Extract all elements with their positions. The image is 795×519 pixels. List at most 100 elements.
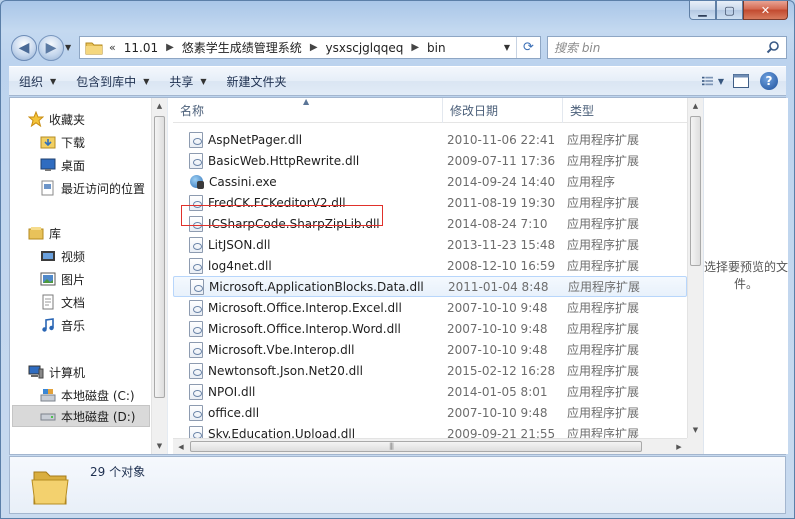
table-row[interactable]: Sky.Education.Upload.dll 2009-09-21 21:55…: [173, 423, 687, 439]
file-name-cell[interactable]: ICSharpCode.SharpZipLib.dll: [189, 215, 443, 232]
preview-pane: 选择要预览的文件。: [703, 98, 788, 454]
file-name-cell[interactable]: Microsoft.Vbe.Interop.dll: [189, 341, 443, 358]
table-row[interactable]: Microsoft.Vbe.Interop.dll 2007-10-10 9:48…: [173, 339, 687, 360]
scroll-right-icon[interactable]: ▶: [671, 439, 687, 454]
search-placeholder: 搜索 bin: [554, 41, 601, 55]
sidebar-group-favorites[interactable]: 收藏夹: [28, 108, 85, 130]
column-header-date[interactable]: 修改日期: [443, 98, 563, 123]
dll-file-icon: [189, 215, 203, 232]
file-name-cell[interactable]: BasicWeb.HttpRewrite.dll: [189, 152, 443, 169]
file-name-cell[interactable]: NPOI.dll: [189, 383, 443, 400]
scroll-down-icon[interactable]: ▼: [688, 422, 703, 438]
search-input[interactable]: 搜索 bin: [547, 36, 787, 59]
file-name-cell[interactable]: Microsoft.ApplicationBlocks.Data.dll: [190, 278, 444, 295]
table-row[interactable]: Microsoft.ApplicationBlocks.Data.dll 2011…: [173, 276, 687, 297]
forward-arrow-icon: ▶: [45, 40, 57, 56]
table-row[interactable]: LitJSON.dll 2013-11-23 15:48 应用程序扩展: [173, 234, 687, 255]
chevron-right-icon[interactable]: ▶: [411, 42, 419, 53]
table-row[interactable]: FredCK.FCKeditorV2.dll 2011-08-19 19:30 应用…: [173, 192, 687, 213]
sidebar-item-drive-c[interactable]: 本地磁盘 (C:): [40, 384, 135, 406]
table-row[interactable]: Cassini.exe 2014-09-24 14:40 应用程序: [173, 171, 687, 192]
organize-label: 组织: [19, 74, 44, 89]
file-name-cell[interactable]: Microsoft.Office.Interop.Excel.dll: [189, 299, 443, 316]
file-name-cell[interactable]: log4net.dll: [189, 257, 443, 274]
file-name: BasicWeb.HttpRewrite.dll: [208, 153, 360, 168]
refresh-button[interactable]: ⟳: [516, 37, 540, 58]
file-name-cell[interactable]: office.dll: [189, 404, 443, 421]
include-in-library-button[interactable]: 包含到库中 ▼: [66, 70, 159, 92]
table-row[interactable]: Newtonsoft.Json.Net20.dll 2015-02-12 16:2…: [173, 360, 687, 381]
sidebar-group-libraries[interactable]: 库: [28, 222, 61, 244]
breadcrumb-project[interactable]: ysxscjglqqeq: [326, 41, 404, 55]
organize-menu-button[interactable]: 组织 ▼: [9, 70, 66, 92]
scrollbar-thumb[interactable]: [690, 116, 701, 266]
sidebar-item-desktop[interactable]: 桌面: [40, 154, 85, 176]
file-list-horizontal-scrollbar[interactable]: ◀ ||| ▶: [173, 438, 687, 454]
file-date: 2014-09-24 14:40: [447, 174, 556, 189]
sidebar-item-music[interactable]: 音乐: [40, 314, 85, 336]
scrollbar-thumb[interactable]: [190, 441, 642, 452]
address-overflow-icon[interactable]: «: [109, 41, 116, 54]
file-type: 应用程序: [567, 175, 616, 189]
table-row[interactable]: office.dll 2007-10-10 9:48 应用程序扩展: [173, 402, 687, 423]
file-name-cell[interactable]: Microsoft.Office.Interop.Word.dll: [189, 320, 443, 337]
file-type: 应用程序扩展: [567, 259, 640, 273]
breadcrumb-bin[interactable]: bin: [427, 41, 446, 55]
sidebar-item-downloads[interactable]: 下载: [40, 131, 85, 153]
navigation-pane-scrollbar[interactable]: ▲ ▼: [151, 98, 167, 454]
scroll-up-icon[interactable]: ▲: [688, 98, 703, 114]
table-row[interactable]: Microsoft.Office.Interop.Excel.dll 2007-1…: [173, 297, 687, 318]
close-button[interactable]: ✕: [743, 1, 788, 20]
file-name-cell[interactable]: AspNetPager.dll: [189, 131, 443, 148]
table-row[interactable]: ICSharpCode.SharpZipLib.dll 2014-08-24 7:…: [173, 213, 687, 234]
table-row[interactable]: AspNetPager.dll 2010-11-06 22:41 应用程序扩展: [173, 129, 687, 150]
scroll-left-icon[interactable]: ◀: [173, 439, 189, 454]
file-name-cell[interactable]: LitJSON.dll: [189, 236, 443, 253]
sidebar-group-label: 收藏夹: [49, 112, 86, 127]
sidebar-item-drive-d[interactable]: 本地磁盘 (D:): [12, 405, 150, 427]
forward-button[interactable]: ▶: [38, 35, 64, 61]
address-bar[interactable]: « 11.01 ▶ 悠素学生成绩管理系统 ▶ ysxscjglqqeq ▶ bi…: [79, 36, 541, 59]
recent-pages-dropdown[interactable]: ▼: [65, 43, 71, 52]
scrollbar-thumb[interactable]: [154, 116, 165, 398]
column-header-type[interactable]: 类型: [563, 98, 687, 123]
sidebar-item-pictures[interactable]: 图片: [40, 268, 85, 290]
sidebar-group-label: 计算机: [49, 365, 86, 380]
file-name-cell[interactable]: Cassini.exe: [189, 174, 443, 190]
sidebar-item-documents[interactable]: 文档: [40, 291, 85, 313]
preview-pane-toggle[interactable]: [730, 71, 752, 91]
table-row[interactable]: BasicWeb.HttpRewrite.dll 2009-07-11 17:36…: [173, 150, 687, 171]
new-folder-button[interactable]: 新建文件夹: [217, 70, 297, 92]
file-type: 应用程序扩展: [567, 238, 640, 252]
file-list-vertical-scrollbar[interactable]: ▲ ▼: [687, 98, 703, 438]
search-icon[interactable]: [766, 40, 780, 54]
scroll-up-icon[interactable]: ▲: [152, 98, 167, 114]
sidebar-group-computer[interactable]: 计算机: [28, 361, 85, 383]
file-type: 应用程序扩展: [567, 217, 640, 231]
help-button[interactable]: ?: [758, 71, 780, 91]
view-options-button[interactable]: ▼: [702, 71, 724, 91]
chevron-right-icon[interactable]: ▶: [166, 42, 174, 53]
table-row[interactable]: NPOI.dll 2014-01-05 8:01 应用程序扩展: [173, 381, 687, 402]
column-header-name[interactable]: ▲ 名称: [173, 97, 443, 123]
sidebar-item-recent-places[interactable]: 最近访问的位置: [40, 177, 145, 199]
sidebar-item-label: 下载: [61, 135, 86, 150]
minimize-button[interactable]: ▁: [689, 1, 716, 20]
table-row[interactable]: Microsoft.Office.Interop.Word.dll 2007-10…: [173, 318, 687, 339]
file-type: 应用程序扩展: [567, 301, 640, 315]
file-name-cell[interactable]: Sky.Education.Upload.dll: [189, 425, 443, 439]
scroll-down-icon[interactable]: ▼: [152, 438, 167, 454]
file-name-cell[interactable]: FredCK.FCKeditorV2.dll: [189, 194, 443, 211]
sidebar-item-videos[interactable]: 视频: [40, 245, 85, 267]
chevron-right-icon[interactable]: ▶: [310, 42, 318, 53]
maximize-button[interactable]: ▢: [716, 1, 743, 20]
table-row[interactable]: log4net.dll 2008-12-10 16:59 应用程序扩展: [173, 255, 687, 276]
file-type: 应用程序扩展: [567, 427, 640, 439]
address-history-dropdown[interactable]: ▼: [500, 37, 514, 58]
breadcrumb-11-01[interactable]: 11.01: [124, 41, 158, 55]
file-name-cell[interactable]: Newtonsoft.Json.Net20.dll: [189, 362, 443, 379]
sidebar-item-label: 本地磁盘 (D:): [61, 409, 136, 424]
back-button[interactable]: ◀: [11, 35, 37, 61]
breadcrumb-system[interactable]: 悠素学生成绩管理系统: [182, 39, 302, 56]
share-button[interactable]: 共享 ▼: [159, 70, 216, 92]
